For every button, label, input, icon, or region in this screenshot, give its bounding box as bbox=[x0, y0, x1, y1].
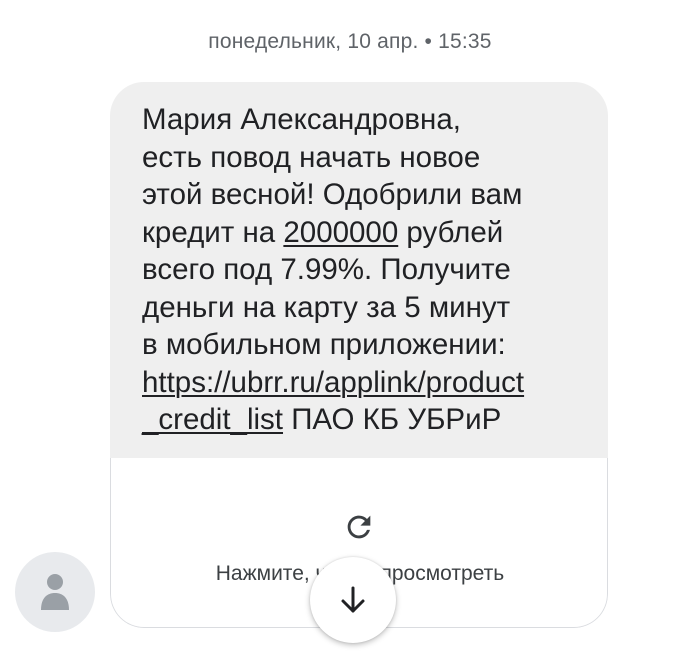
message-bubble[interactable]: Мария Александровна, есть повод начать н… bbox=[110, 82, 608, 628]
message-line: Мария Александровна, bbox=[142, 103, 461, 136]
message-line: _credit_list ПАО КБ УБРиР bbox=[142, 401, 584, 439]
person-icon bbox=[41, 574, 69, 610]
conversation-screen: понедельник, 10 апр. • 15:35 Мария Алекс… bbox=[0, 0, 700, 672]
reload-icon[interactable] bbox=[342, 510, 376, 544]
avatar[interactable] bbox=[15, 552, 95, 632]
message-line: этой весной! Одобрили вам bbox=[142, 178, 523, 211]
message-line: всего под 7.99%. Получите bbox=[142, 253, 511, 286]
message-line: кредит на 2000000 рублей bbox=[142, 214, 584, 252]
sender-name: ПАО КБ УБРиР bbox=[283, 403, 502, 436]
message-text: кредит на bbox=[142, 215, 284, 249]
url-link-continued[interactable]: _credit_list bbox=[142, 403, 283, 436]
message-line: есть повод начать новое bbox=[142, 140, 481, 174]
url-link[interactable]: https://ubrr.ru/applink/product bbox=[142, 364, 584, 402]
amount-link[interactable]: 2000000 bbox=[283, 216, 398, 249]
arrow-down-icon bbox=[341, 586, 365, 613]
message-timestamp: понедельник, 10 апр. • 15:35 bbox=[208, 30, 492, 53]
message-body: Мария Александровна, есть повод начать н… bbox=[110, 82, 608, 458]
message-line: в мобильном приложении: bbox=[142, 328, 506, 361]
message-text: рублей bbox=[398, 215, 504, 249]
message-line: деньги на карту за 5 минут bbox=[142, 290, 511, 324]
scroll-to-bottom-button[interactable] bbox=[310, 557, 396, 643]
